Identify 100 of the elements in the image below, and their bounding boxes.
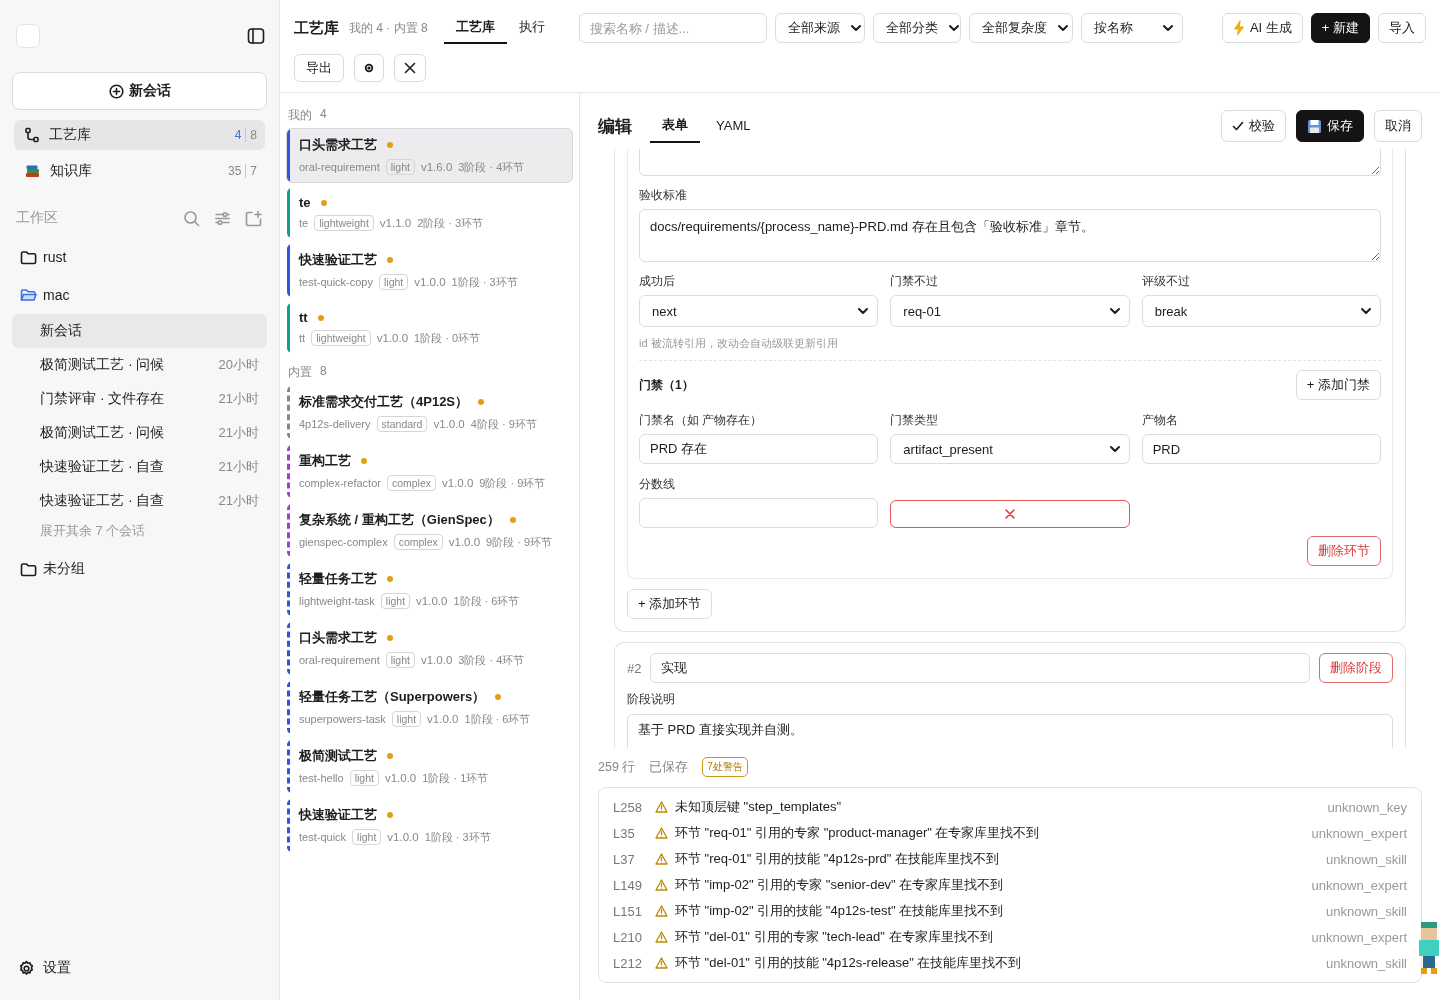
version-label: v1.0.0: [427, 713, 459, 725]
session-title: 门禁评审 · 文件存在: [40, 390, 165, 408]
warning-code: unknown_skill: [1326, 903, 1407, 919]
page-title: 工艺库: [294, 18, 339, 38]
add-step-button[interactable]: + 添加环节: [627, 589, 713, 619]
add-gate-button[interactable]: + 添加门禁: [1295, 370, 1381, 400]
process-id: test-hello: [299, 772, 344, 784]
nav-item[interactable]: 知识库 35 7: [14, 156, 265, 186]
filter-dropdown[interactable]: 全部分类: [872, 13, 961, 43]
process-name: tt: [299, 310, 308, 325]
ai-generate-button[interactable]: AI 生成: [1221, 13, 1303, 43]
process-card[interactable]: 轻量任务工艺 lightweight-task light v1.0.0 1阶段 · 6环节: [286, 562, 573, 617]
import-button[interactable]: 导入: [1378, 13, 1426, 43]
stats-label: 9阶段 · 9环节: [486, 534, 553, 550]
folder-item[interactable]: 未分组: [12, 550, 267, 588]
process-card[interactable]: 口头需求工艺 oral-requirement light v1.0.0 3阶段 · 4环节: [286, 621, 573, 676]
field-label: 门禁类型: [890, 412, 940, 429]
warning-code: unknown_key: [1327, 799, 1407, 815]
new-button[interactable]: + 新建: [1310, 13, 1370, 43]
text-field[interactable]: [639, 498, 879, 528]
session-time: 20小时: [218, 356, 259, 374]
folder-item[interactable]: mac: [12, 276, 267, 314]
search-field[interactable]: 搜索名称 / 描述...: [578, 13, 767, 43]
field-label: 验收标准: [639, 187, 688, 204]
books-icon: [24, 163, 41, 179]
folder-item[interactable]: rust: [12, 238, 267, 276]
session-item[interactable]: 极简测试工艺 · 问候 21小时: [12, 416, 267, 450]
settings-button[interactable]: [354, 54, 384, 82]
delete-step-button[interactable]: 删除环节: [1307, 536, 1381, 566]
chevron-down-icon: [1108, 305, 1121, 317]
session-item[interactable]: 新会话: [12, 314, 267, 348]
process-card[interactable]: 极简测试工艺 test-hello light v1.0.0 1阶段 · 1环节: [286, 739, 573, 794]
close-button[interactable]: [394, 54, 426, 82]
stage-name-field[interactable]: 实现: [650, 653, 1310, 683]
process-name: 重构工艺: [299, 452, 351, 470]
complexity-tag: lightweight: [311, 330, 371, 346]
route-dropdown[interactable]: break: [1141, 295, 1381, 327]
tab[interactable]: YAML: [704, 109, 763, 143]
status-dot: [387, 812, 393, 818]
route-dropdown[interactable]: req-01: [890, 295, 1130, 327]
process-name: 轻量任务工艺: [299, 570, 377, 588]
version-label: v1.0.0: [387, 831, 419, 843]
session-item[interactable]: 快速验证工艺 · 自查 21小时: [12, 450, 267, 484]
line-number: L151: [613, 903, 643, 919]
field-label: 产物名: [1141, 412, 1179, 429]
remove-gate-button[interactable]: [890, 500, 1130, 528]
field-label: 分数线: [639, 476, 676, 493]
stage-description-area[interactable]: 基于 PRD 直接实现并自测。: [627, 714, 1393, 748]
close-icon: [1005, 509, 1015, 519]
nav-label: 知识库: [50, 162, 93, 180]
new-folder-icon: [245, 209, 263, 227]
line-number: L258: [613, 799, 643, 815]
process-id: complex-refactor: [299, 477, 381, 489]
process-card[interactable]: te te lightweight v1.1.0 2阶段 · 3环节: [286, 187, 573, 239]
filter-dropdown[interactable]: 按名称: [1080, 13, 1183, 43]
session-item[interactable]: 极简测试工艺 · 问候 20小时: [12, 348, 267, 382]
process-card[interactable]: 复杂系统 / 重构工艺（GienSpec） gienspec-complex complex v1.0.0 9阶段 · 9环节: [286, 503, 573, 558]
process-card[interactable]: 快速验证工艺 test-quick light v1.0.0 1阶段 · 3环节: [286, 798, 573, 853]
session-item[interactable]: 快速验证工艺 · 自查 21小时: [12, 484, 267, 518]
new-chat-button[interactable]: 新会话: [12, 72, 267, 110]
validate-button[interactable]: 校验: [1221, 110, 1286, 142]
process-card[interactable]: 快速验证工艺 test-quick-copy light v1.0.0 1阶段 · 3环节: [286, 243, 573, 298]
version-label: v1.0.0: [416, 595, 448, 607]
version-label: v1.0.0: [384, 772, 417, 784]
hint-text: id 被流转引用，改动会自动级联更新引用: [639, 336, 1381, 361]
process-card[interactable]: 口头需求工艺 oral-requirement light v1.6.0 3阶段 · 4环节: [286, 128, 573, 183]
session-time: 21小时: [218, 492, 259, 510]
text-field[interactable]: PRD 存在: [639, 434, 879, 464]
process-card[interactable]: 重构工艺 complex-refactor complex v1.0.0 9阶段 · 9环节: [286, 444, 573, 499]
process-card[interactable]: tt tt lightweight v1.0.0 1阶段 · 0环节: [286, 302, 573, 354]
save-button[interactable]: 保存: [1296, 110, 1364, 142]
process-name: 快速验证工艺: [299, 251, 377, 269]
tab[interactable]: 工艺库: [443, 12, 507, 44]
delete-stage-button[interactable]: 删除阶段: [1319, 653, 1393, 683]
gate-type-dropdown[interactable]: artifact_present: [890, 434, 1130, 464]
process-id: te: [299, 217, 309, 229]
filter-dropdown[interactable]: 全部来源: [774, 13, 865, 43]
complexity-tag: standard: [376, 416, 428, 432]
tab[interactable]: 执行: [506, 12, 557, 44]
process-card[interactable]: 轻量任务工艺（Superpowers） superpowers-task light v1.0.0 1阶段 · 6环节: [286, 680, 573, 735]
stats-label: 1阶段 · 6环节: [464, 711, 531, 727]
session-item[interactable]: 门禁评审 · 文件存在 21小时: [12, 382, 267, 416]
text-field[interactable]: PRD: [1141, 434, 1381, 464]
save-status: 已保存: [649, 758, 689, 776]
settings-button[interactable]: 设置: [12, 948, 267, 988]
route-dropdown[interactable]: next: [639, 295, 879, 327]
criteria-text-area[interactable]: docs/requirements/{process_name}-PRD.md 存在且包含「验收标准」章节。: [639, 209, 1381, 262]
nav-item[interactable]: 工艺库 4 8: [14, 120, 265, 150]
filter-dropdown[interactable]: 全部复杂度: [968, 13, 1073, 43]
export-button[interactable]: 导出: [294, 54, 344, 82]
tab[interactable]: 表单: [650, 109, 700, 143]
session-title: 极简测试工艺 · 问候: [40, 424, 165, 442]
stats-label: 3阶段 · 4环节: [458, 159, 525, 175]
filter-sliders-icon: [214, 209, 231, 227]
process-card[interactable]: 标准需求交付工艺（4P12S） 4p12s-delivery standard v1.0.0 4阶段 · 9环节: [286, 385, 573, 440]
process-name: 轻量任务工艺（Superpowers）: [299, 688, 486, 706]
section-title: 内置: [288, 364, 312, 381]
field-label: 门禁不过: [890, 273, 940, 290]
count-label: 7: [245, 164, 257, 178]
cancel-button[interactable]: 取消: [1374, 110, 1422, 142]
